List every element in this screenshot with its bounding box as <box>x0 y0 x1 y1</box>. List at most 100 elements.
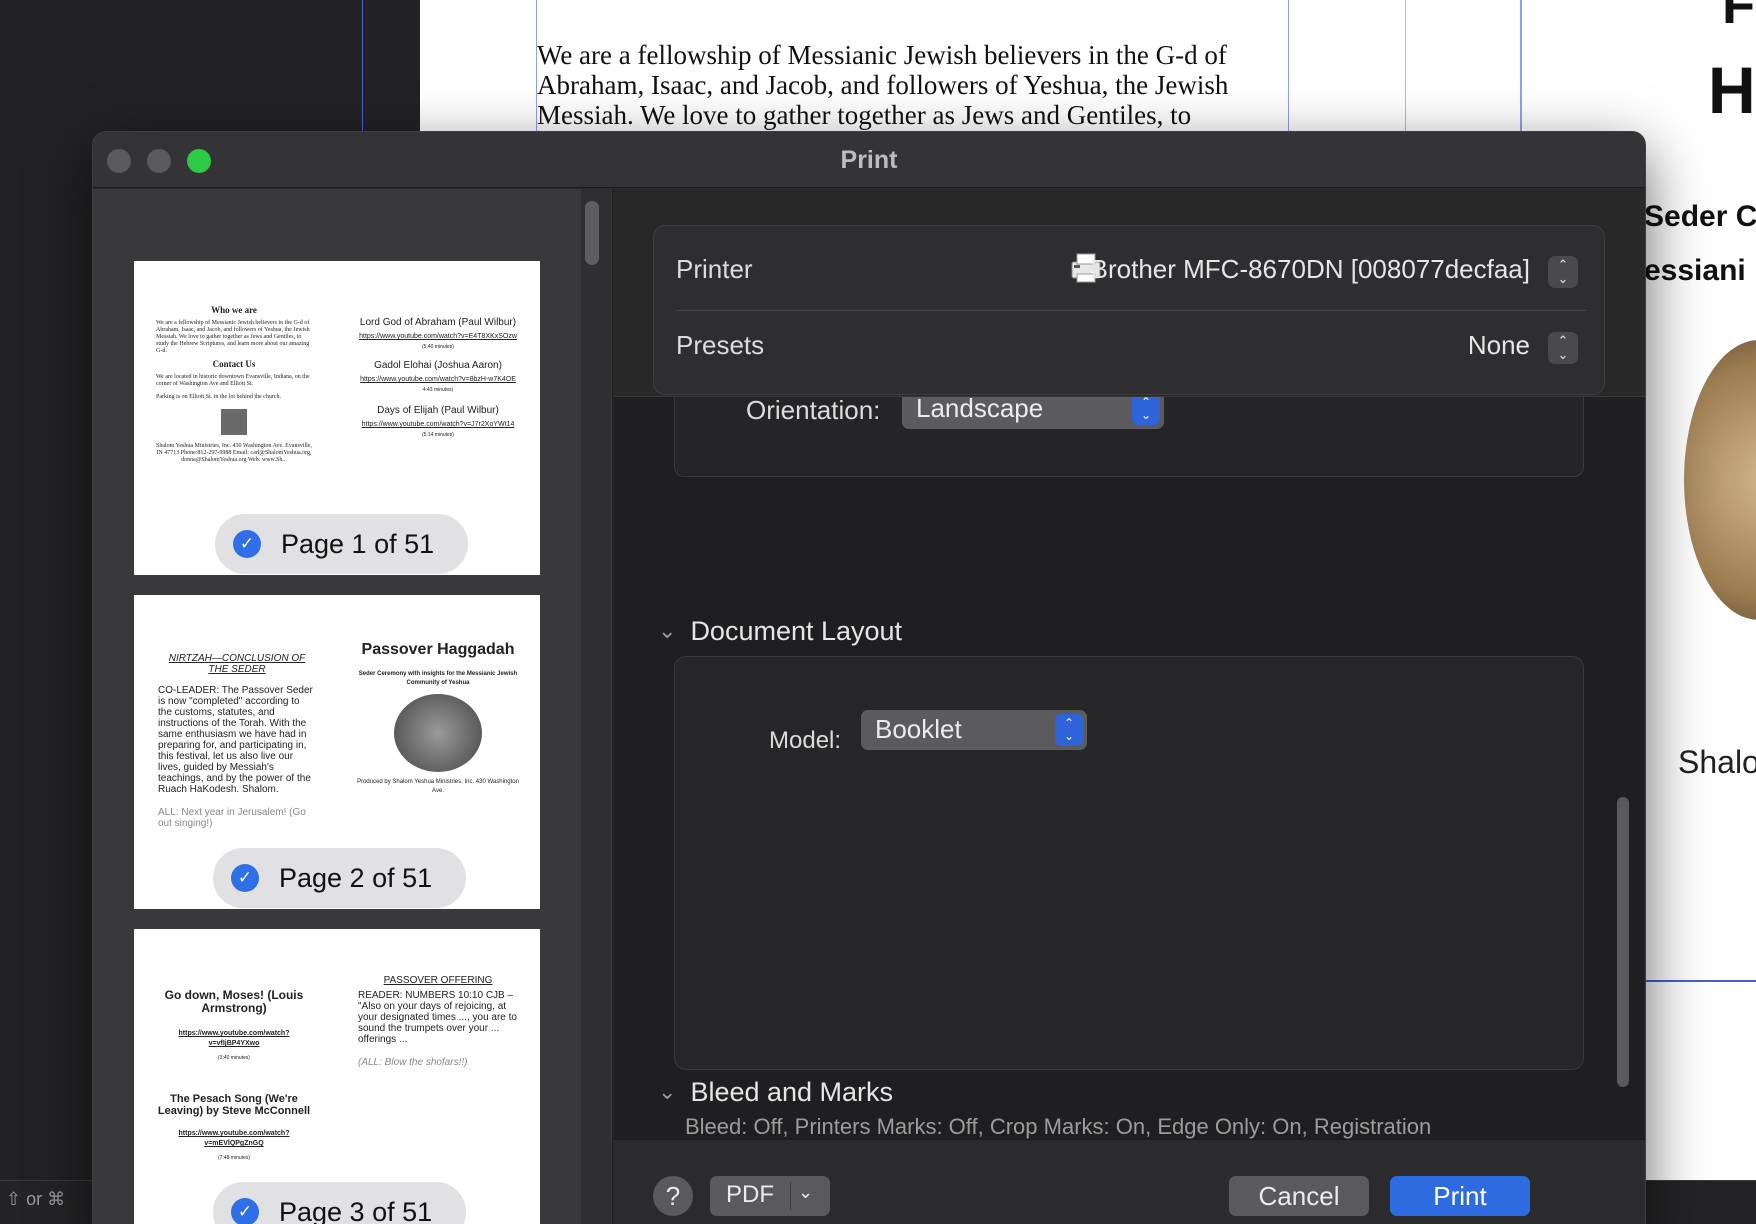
printer-label: Printer <box>676 254 753 284</box>
settings-scrollbar-thumb[interactable] <box>1617 797 1629 1087</box>
thumb-paragraph: Shalom Yeshua Ministries, Inc. 430 Washi… <box>156 443 312 463</box>
section-heading: Document Layout <box>690 616 903 646</box>
thumb-duration: (5:14 minutes) <box>422 432 454 438</box>
print-button[interactable]: Print <box>1390 1176 1530 1216</box>
page-guide <box>1644 980 1756 982</box>
thumb-song-title: Days of Elijah (Paul Wilbur) <box>377 405 499 416</box>
printer-value: Brother MFC-8670DN [008077decfaa] <box>1090 254 1530 284</box>
thumb-song-title: Gadol Elohai (Joshua Aaron) <box>374 360 502 371</box>
page-label: Page 2 of 51 <box>279 862 433 893</box>
pdf-label: PDF <box>726 1181 774 1208</box>
status-text: ⇧ or ⌘ <box>6 1189 66 1209</box>
background-heading-fragment: F <box>1722 0 1755 35</box>
up-down-chevron-icon[interactable]: ⌃ ⌄ <box>1548 256 1578 288</box>
titlebar: Print <box>93 132 1645 188</box>
thumb-paragraph: READER: NUMBERS 10:10 CJB – "Also on you… <box>358 990 517 1045</box>
presets-value: None <box>1467 330 1530 360</box>
print-dialog: Print Who we are We are a fellowship of … <box>92 131 1646 1224</box>
page-thumbnail-3[interactable]: Go down, Moses! (Louis Armstrong) https:… <box>134 929 540 1224</box>
presets-row[interactable]: Presets None ⌃ ⌄ <box>654 310 1604 394</box>
preview-scrollbar-thumb[interactable] <box>585 201 599 265</box>
printer-presets-header: Printer Brother MFC-8670DN [008077decfaa… <box>614 189 1645 397</box>
document-layout-disclosure[interactable]: ⌄ Document Layout <box>658 616 902 647</box>
up-down-chevron-icon[interactable]: ⌃ ⌄ <box>1548 332 1578 364</box>
thumb-paragraph: (ALL: Blow the shofars!!) <box>358 1057 468 1068</box>
checkmark-circle-icon[interactable]: ✓ <box>231 864 259 892</box>
thumb-song-title: Go down, Moses! (Louis Armstrong) <box>164 988 304 1015</box>
thumb-seal-image <box>394 694 482 772</box>
chevron-down-icon[interactable]: ⌄ <box>798 1182 813 1203</box>
printer-presets-box: Printer Brother MFC-8670DN [008077decfaa… <box>653 225 1605 395</box>
thumb-right-column: Passover Haggadah Seder Ceremony with in… <box>356 639 520 796</box>
thumb-link: https://www.youtube.com/watch?v=E4T8XKxS… <box>359 333 517 340</box>
background-text-fragment: Seder C <box>1644 200 1756 233</box>
dialog-title: Print <box>840 146 898 174</box>
document-layout-group: Model: Booklet ⌃ ⌄ <box>674 656 1584 1070</box>
thumb-paragraph: We are a fellowship of Messianic Jewish … <box>156 320 310 354</box>
page-label: Page 1 of 51 <box>281 528 435 559</box>
cancel-button[interactable]: Cancel <box>1229 1176 1369 1216</box>
chevron-down-icon[interactable]: ⌄ <box>658 1079 676 1105</box>
thumb-heading: NIRTZAH—CONCLUSION OF THE SEDER <box>168 653 306 675</box>
printer-row[interactable]: Printer Brother MFC-8670DN [008077decfaa… <box>654 226 1604 310</box>
bleed-and-marks-disclosure[interactable]: ⌄ Bleed and Marks <box>658 1077 893 1108</box>
thumb-duration: (5:40 minutes) <box>422 344 454 350</box>
checkmark-circle-icon[interactable]: ✓ <box>231 1198 259 1224</box>
presets-label: Presets <box>676 330 765 360</box>
orientation-label: Orientation: <box>746 395 881 425</box>
thumb-heading: PASSOVER OFFERING <box>383 975 493 986</box>
thumb-paragraph: ALL: Next year in Jerusalem! (Go out sin… <box>158 807 306 829</box>
thumb-producer: Produced by Shalom Yeshua Ministries, In… <box>357 779 519 794</box>
thumb-paragraph: CO-LEADER: The Passover Seder is now "co… <box>158 685 313 795</box>
thumb-song-title: Lord God of Abraham (Paul Wilbur) <box>359 317 517 328</box>
thumb-link: https://www.youtube.com/watch?v=mEVlQPgZ… <box>178 1130 290 1147</box>
thumb-paragraph: Parking is on Elliott St. in the lot beh… <box>156 394 281 400</box>
thumb-duration: (3:40 minutes) <box>218 1055 250 1061</box>
column-guide <box>1520 0 1522 132</box>
thumb-right-column: Lord God of Abraham (Paul Wilbur) https:… <box>356 317 520 440</box>
thumb-logo-image <box>221 409 247 435</box>
help-button[interactable]: ? <box>653 1176 693 1216</box>
page-1-selector[interactable]: ✓ Page 1 of 51 <box>215 514 469 574</box>
thumb-paragraph: We are located in historic downtown Evan… <box>156 374 310 387</box>
thumb-link: https://www.youtube.com/watch?v=8bzH-w7K… <box>360 376 516 383</box>
print-settings-pane: Orientation: Landscape ⌃ ⌄ Printer Brothe… <box>614 189 1645 1224</box>
background-text-fragment: Shalo <box>1678 744 1756 780</box>
thumb-left-column: Go down, Moses! (Louis Armstrong) https:… <box>156 989 312 1163</box>
background-heading-fragment: H <box>1708 53 1756 127</box>
thumb-duration: (7:48 minutes) <box>218 1155 250 1161</box>
page-2-selector[interactable]: ✓ Page 2 of 51 <box>213 848 467 908</box>
thumb-duration: 4:43 minutes) <box>422 387 454 393</box>
bleed-summary: Bleed: Off, Printers Marks: Off, Crop Ma… <box>685 1114 1432 1139</box>
model-label: Model: <box>769 727 842 754</box>
model-value: Booklet <box>875 714 962 744</box>
model-select[interactable]: Booklet ⌃ ⌄ <box>861 710 1087 750</box>
divider <box>790 1182 791 1210</box>
chevron-down-icon[interactable]: ⌄ <box>658 618 676 644</box>
thumb-heading: Contact Us <box>212 359 256 369</box>
thumb-link: https://www.youtube.com/watch?v=vfIjBP4Y… <box>178 1030 290 1047</box>
column-guide <box>1405 0 1406 132</box>
thumb-right-column: PASSOVER OFFERING READER: NUMBERS 10:10 … <box>358 975 518 1068</box>
thumb-subtitle: Seder Ceremony with insights for the Mes… <box>358 671 518 686</box>
page-3-selector[interactable]: ✓ Page 3 of 51 <box>213 1182 467 1224</box>
checkmark-circle-icon[interactable]: ✓ <box>233 530 261 558</box>
orientation-value: Landscape <box>916 393 1044 423</box>
thumb-song-title: The Pesach Song (We're Leaving) by Steve… <box>157 1093 311 1117</box>
thumb-link: https://www.youtube.com/watch?v=J7r2XoYW… <box>361 421 515 428</box>
page-label: Page 3 of 51 <box>279 1196 433 1224</box>
background-text-fragment: essiani <box>1644 254 1746 287</box>
preview-scrollbar-track[interactable] <box>581 189 611 1224</box>
up-down-chevron-icon: ⌃ ⌄ <box>1132 393 1160 425</box>
dialog-button-bar: ? PDF ⌄ Cancel Print <box>614 1139 1645 1224</box>
layout-guide <box>362 0 363 140</box>
thumb-left-column: NIRTZAH—CONCLUSION OF THE SEDER CO-LEADE… <box>158 653 316 829</box>
thumb-heading: Who we are <box>211 305 257 315</box>
thumb-left-column: Who we are We are a fellowship of Messia… <box>156 301 312 464</box>
thumb-title: Passover Haggadah <box>361 641 515 658</box>
section-heading: Bleed and Marks <box>690 1077 894 1107</box>
page-preview-pane[interactable]: Who we are We are a fellowship of Messia… <box>93 189 613 1224</box>
pdf-menu-button[interactable]: PDF ⌄ <box>710 1176 830 1216</box>
background-doc-text: We are a fellowship of Messianic Jewish … <box>537 40 1229 130</box>
up-down-chevron-icon: ⌃ ⌄ <box>1055 714 1083 746</box>
